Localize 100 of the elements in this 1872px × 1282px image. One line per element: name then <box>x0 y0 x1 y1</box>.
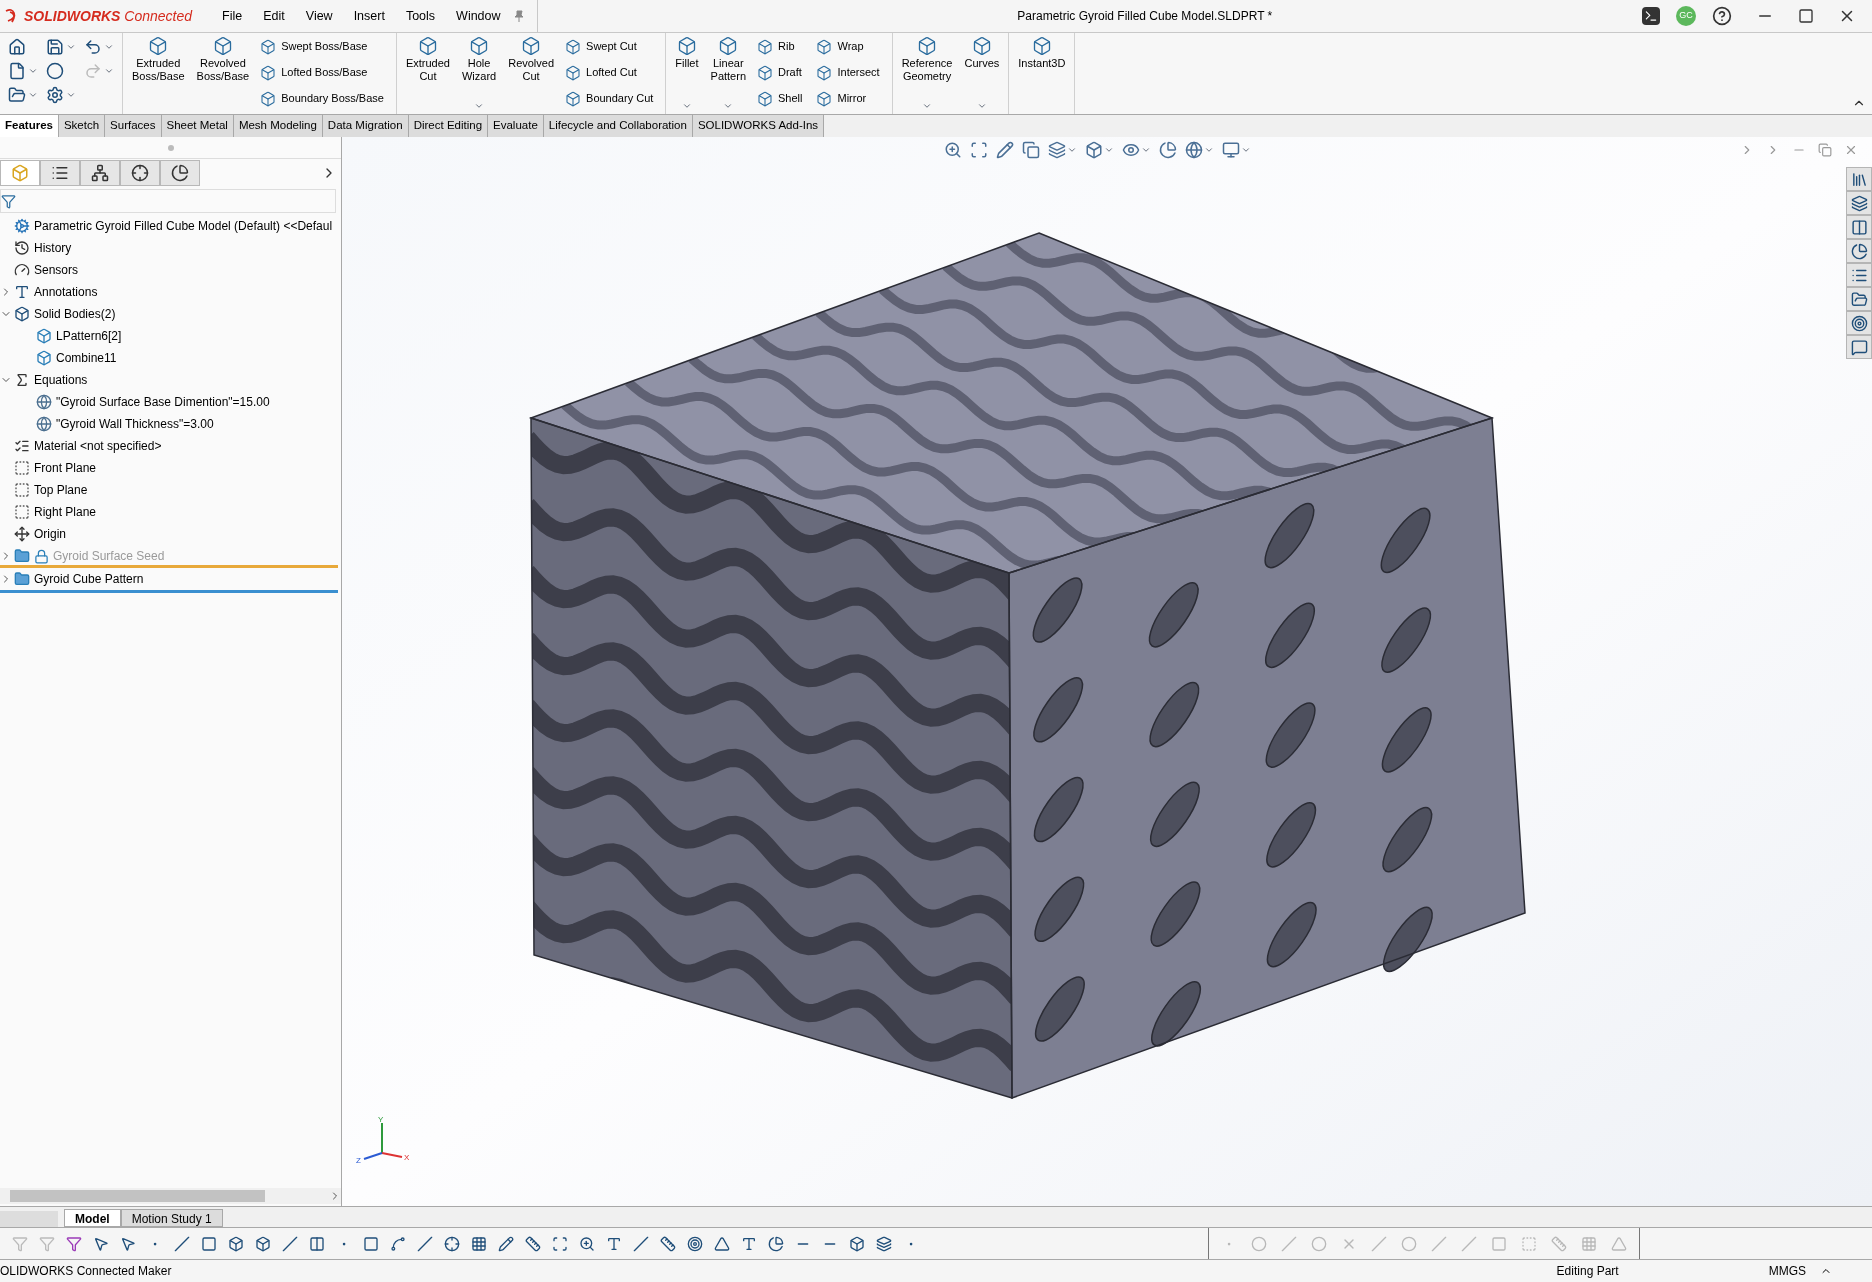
tree-item[interactable]: "Gyroid Wall Thickness"=3.00 <box>56 415 214 433</box>
scrollbar-thumb[interactable] <box>10 1190 265 1202</box>
task-pane-tab[interactable] <box>1846 287 1872 311</box>
menu-item[interactable]: Edit <box>263 6 285 26</box>
line-icon[interactable] <box>417 1235 433 1252</box>
tree-item[interactable]: Top Plane <box>34 481 88 499</box>
ribbon-button[interactable]: Linear Pattern <box>705 36 751 114</box>
filter-field[interactable] <box>0 189 336 213</box>
tree-item[interactable]: Equations <box>34 371 88 389</box>
model-tab[interactable]: Motion Study 1 <box>120 1209 223 1227</box>
undo-icon[interactable] <box>84 38 102 56</box>
ribbon-button[interactable]: Revolved Boss/Base <box>191 36 255 114</box>
tree-item[interactable]: Solid Bodies(2) <box>34 305 116 323</box>
ribbon-button[interactable]: Boundary Cut <box>565 88 654 109</box>
cursor-icon[interactable] <box>93 1235 109 1252</box>
caret-icon[interactable] <box>1104 145 1114 155</box>
ruler-icon[interactable] <box>660 1235 676 1252</box>
pencil-icon[interactable] <box>498 1235 514 1252</box>
maximize-icon[interactable] <box>1798 8 1814 24</box>
task-pane-tab[interactable] <box>1846 215 1872 239</box>
home-icon[interactable] <box>8 38 26 56</box>
tree-item[interactable]: Origin <box>34 525 66 543</box>
ribbon-tab[interactable]: Sketch <box>58 115 106 137</box>
filter-icon[interactable] <box>66 1235 82 1252</box>
ribbon-tab[interactable]: Data Migration <box>322 115 409 137</box>
ribbon-button[interactable]: Shell <box>757 88 803 109</box>
ribbon-button[interactable]: Fillet <box>670 36 704 114</box>
ribbon-button[interactable]: Rib <box>757 36 803 57</box>
menu-item[interactable]: Window <box>456 6 501 26</box>
tree-item[interactable]: "Gyroid Surface Base Dimention"=15.00 <box>56 393 270 411</box>
square-icon[interactable] <box>201 1235 217 1252</box>
caret-icon[interactable] <box>66 42 76 52</box>
columns-icon[interactable] <box>309 1235 325 1252</box>
curve-icon[interactable] <box>390 1235 406 1252</box>
cube-icon[interactable] <box>255 1235 271 1252</box>
caret-icon[interactable] <box>66 90 76 100</box>
help-icon[interactable] <box>1712 6 1732 26</box>
caret-icon[interactable] <box>28 66 38 76</box>
grid-icon[interactable] <box>471 1235 487 1252</box>
task-pane-tab[interactable] <box>1846 167 1872 191</box>
caret-icon[interactable] <box>104 42 114 52</box>
ribbon-button[interactable]: Extruded Cut <box>400 36 455 114</box>
menu-item[interactable]: View <box>305 6 333 26</box>
square-icon[interactable] <box>363 1235 379 1252</box>
ribbon-button[interactable]: Mirror <box>816 88 880 109</box>
tree-item[interactable]: Parametric Gyroid Filled Cube Model (Default) <<Defaul <box>34 217 333 235</box>
zoom-icon[interactable] <box>944 141 962 159</box>
ribbon-button[interactable]: Reference Geometry <box>896 36 958 114</box>
ribbon-button[interactable]: Swept Cut <box>565 36 654 57</box>
cube-icon[interactable] <box>228 1235 244 1252</box>
ribbon-button[interactable]: Swept Boss/Base <box>260 36 384 57</box>
ribbon-button[interactable]: Wrap <box>816 36 880 57</box>
ribbon-button[interactable]: Lofted Boss/Base <box>260 62 384 83</box>
ribbon-tab[interactable]: Surfaces <box>105 115 162 137</box>
ribbon-button[interactable]: Boundary Boss/Base <box>260 88 384 109</box>
tree-item[interactable]: Annotations <box>34 283 98 301</box>
tree-item[interactable]: Front Plane <box>34 459 97 477</box>
scan-icon[interactable] <box>552 1235 568 1252</box>
ribbon-tab[interactable]: Evaluate <box>488 115 544 137</box>
ribbon-button[interactable]: Intersect <box>816 62 880 83</box>
ribbon-tab[interactable]: Mesh Modeling <box>233 115 323 137</box>
terminal-icon[interactable] <box>1642 7 1660 25</box>
panel-tab[interactable] <box>80 160 120 186</box>
ribbon-button[interactable]: Instant3D <box>1013 36 1071 114</box>
pin-icon[interactable] <box>512 10 525 22</box>
panel-tab[interactable] <box>120 160 160 186</box>
caret-icon[interactable] <box>1204 145 1214 155</box>
ribbon-button[interactable]: Revolved Cut <box>503 36 560 114</box>
caret-icon[interactable] <box>976 101 987 111</box>
ribbon-button[interactable]: Hole Wizard <box>456 36 502 114</box>
letter-icon[interactable] <box>741 1235 757 1252</box>
ribbon-tab[interactable]: SOLIDWORKS Add-Ins <box>692 115 825 137</box>
ribbon-tab[interactable]: Sheet Metal <box>161 115 234 137</box>
restore-icon[interactable] <box>1818 143 1832 157</box>
caret-icon[interactable] <box>104 66 114 76</box>
ruler-icon[interactable] <box>525 1235 541 1252</box>
ribbon-tab[interactable]: Lifecycle and Collaboration <box>543 115 693 137</box>
caret-icon[interactable] <box>723 101 734 111</box>
layers-icon[interactable] <box>876 1235 892 1252</box>
tree-item[interactable]: LPattern6[2] <box>56 327 122 345</box>
tree-item[interactable]: Material <not specified> <box>34 437 162 455</box>
triangle-icon[interactable] <box>714 1235 730 1252</box>
eye-icon[interactable] <box>1122 141 1140 159</box>
caret-icon[interactable] <box>28 90 38 100</box>
caret-icon[interactable] <box>1241 145 1251 155</box>
line-icon[interactable] <box>174 1235 190 1252</box>
letter-icon[interactable] <box>606 1235 622 1252</box>
task-pane-tab[interactable] <box>1846 191 1872 215</box>
line-icon[interactable] <box>282 1235 298 1252</box>
pie-icon[interactable] <box>768 1235 784 1252</box>
settings-icon[interactable] <box>46 86 64 104</box>
caret-icon[interactable] <box>681 101 692 111</box>
menu-item[interactable]: Tools <box>405 6 436 26</box>
ribbon-tab[interactable]: Features <box>0 115 59 137</box>
caret-icon[interactable] <box>1141 145 1151 155</box>
caret-icon[interactable] <box>1067 145 1077 155</box>
tree-item[interactable]: Combine11 <box>56 349 117 367</box>
zoom-area-icon[interactable] <box>970 141 988 159</box>
zoom-icon[interactable] <box>579 1235 595 1252</box>
open-folder-icon[interactable] <box>8 86 26 104</box>
